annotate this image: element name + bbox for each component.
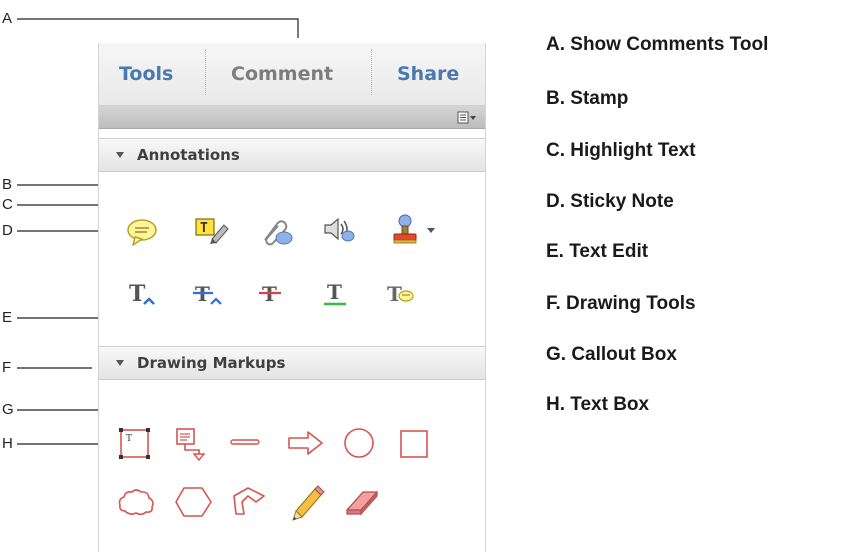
annotations-label: Annotations (137, 146, 240, 164)
legend-item-a: A. Show Comments Tool (546, 34, 769, 55)
callout-letter-h: H (2, 435, 13, 452)
legend-item-d: D. Sticky Note (546, 191, 674, 212)
callout-letter-g: G (2, 401, 14, 418)
connected-lines-icon[interactable] (230, 484, 270, 524)
replace-text-icon[interactable]: T (193, 279, 229, 313)
tab-separator (371, 49, 372, 95)
legend-item-h: H. Text Box (546, 394, 650, 415)
options-menu-icon[interactable] (457, 110, 477, 129)
underline-icon[interactable]: T (321, 279, 357, 313)
svg-text:T: T (327, 280, 342, 304)
sticky-note-icon[interactable] (125, 217, 161, 251)
legend-item-f: F. Drawing Tools (546, 293, 696, 314)
legend-item-e: E. Text Edit (546, 241, 649, 262)
tab-bar: Tools Comment Share (99, 43, 485, 106)
legend-item-b: B. Stamp (546, 88, 629, 109)
tab-tools[interactable]: Tools (119, 63, 173, 85)
legend-item-g: G. Callout Box (546, 344, 677, 365)
callout-letter-b: B (2, 176, 13, 193)
options-bar (99, 106, 485, 129)
arrow-icon[interactable] (286, 428, 326, 462)
attach-file-icon[interactable] (259, 216, 295, 250)
add-note-to-text-icon[interactable]: T (385, 279, 421, 313)
text-box-icon[interactable]: T (117, 426, 153, 466)
tab-share[interactable]: Share (397, 63, 459, 85)
callout-letter-e: E (2, 309, 13, 326)
svg-text:T: T (126, 434, 132, 444)
polygon-icon[interactable] (174, 484, 214, 524)
annotations-header[interactable]: Annotations (99, 138, 485, 172)
record-audio-icon[interactable] (321, 215, 357, 249)
line-icon[interactable] (228, 433, 264, 457)
legend-item-c: C. Highlight Text (546, 140, 696, 161)
tab-comment[interactable]: Comment (231, 63, 333, 85)
stamp-icon[interactable] (390, 213, 442, 251)
callout-line-a (17, 18, 299, 38)
tab-separator (205, 49, 206, 95)
drawing-markups-label: Drawing Markups (137, 354, 286, 372)
strikethrough-icon[interactable]: T (256, 279, 292, 313)
collapse-triangle-icon (116, 152, 124, 158)
oval-icon[interactable] (342, 426, 378, 466)
eraser-icon[interactable] (343, 484, 383, 524)
drawing-markups-header[interactable]: Drawing Markups (99, 346, 485, 380)
callout-letter-d: D (2, 222, 13, 239)
cloud-icon[interactable] (117, 485, 157, 523)
callout-icon[interactable] (173, 426, 209, 466)
callout-letter-c: C (2, 196, 13, 213)
callout-letter-a: A (2, 10, 13, 27)
collapse-triangle-icon (116, 360, 124, 366)
svg-text:T: T (200, 221, 208, 236)
comment-panel: Tools Comment Share Annotations T T T T … (98, 43, 486, 552)
insert-text-icon[interactable]: T (127, 279, 163, 313)
callout-letter-f: F (2, 359, 12, 376)
pencil-icon[interactable] (288, 483, 328, 525)
highlight-text-icon[interactable]: T (194, 215, 230, 249)
rectangle-icon[interactable] (397, 427, 433, 467)
